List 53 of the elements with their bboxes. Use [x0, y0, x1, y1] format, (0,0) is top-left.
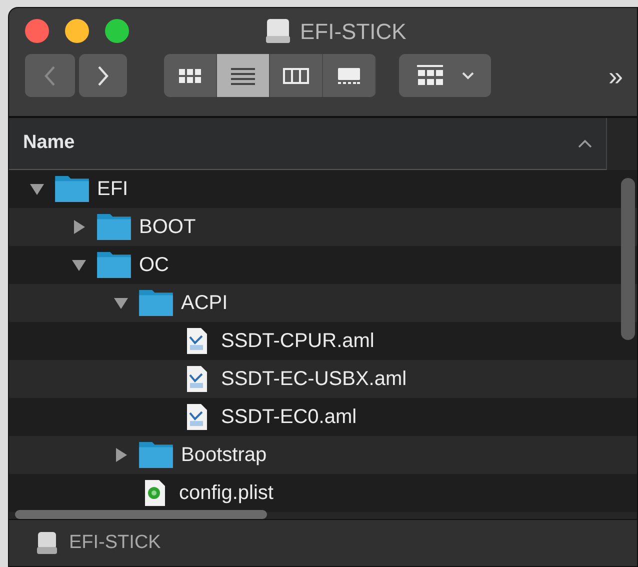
file-row[interactable]: EFI — [9, 170, 637, 208]
view-button[interactable] — [217, 54, 270, 97]
file-name: EFI — [97, 177, 128, 202]
file-row[interactable]: ACPI — [9, 284, 637, 322]
disclosure-icon[interactable] — [113, 447, 129, 463]
document-icon — [187, 404, 207, 430]
file-name: Bootstrap — [181, 443, 267, 468]
disclosure-icon[interactable] — [71, 257, 87, 273]
folder-icon — [139, 442, 173, 468]
minimize-button[interactable] — [65, 19, 89, 43]
file-row[interactable]: SSDT-EC-USBX.aml — [9, 360, 637, 398]
drive-icon — [264, 17, 292, 45]
view-button[interactable] — [270, 54, 323, 97]
folder-icon — [55, 176, 89, 202]
file-row[interactable]: config.plist — [9, 474, 637, 512]
file-name: config.plist — [179, 481, 274, 506]
file-row[interactable]: BOOT — [9, 208, 637, 246]
file-name: OC — [139, 253, 169, 278]
more-button[interactable]: » — [602, 62, 629, 90]
disclosure-icon[interactable] — [113, 295, 129, 311]
file-row[interactable]: Bootstrap — [9, 436, 637, 474]
document-icon — [145, 480, 165, 506]
chevron-right-icon — [96, 64, 110, 88]
chevron-left-icon — [43, 64, 57, 88]
path-item[interactable]: EFI-STICK — [69, 528, 161, 558]
vertical-scrollbar[interactable] — [621, 178, 635, 340]
close-button[interactable] — [25, 19, 49, 43]
chevron-down-icon — [462, 72, 474, 80]
grid-icon — [416, 64, 444, 88]
file-row[interactable]: SSDT-EC0.aml — [9, 398, 637, 436]
folder-icon — [139, 290, 173, 316]
document-icon — [187, 366, 207, 392]
group-button[interactable] — [399, 54, 491, 97]
window-title: EFI-STICK — [300, 18, 406, 46]
forward-button[interactable] — [79, 54, 127, 97]
file-name: ACPI — [181, 291, 228, 316]
view-button[interactable] — [323, 54, 376, 97]
file-name: SSDT-EC0.aml — [221, 405, 357, 430]
document-icon — [187, 328, 207, 354]
file-name: SSDT-CPUR.aml — [221, 329, 374, 354]
folder-icon — [97, 214, 131, 240]
column-header[interactable]: Name — [23, 129, 75, 158]
file-row[interactable]: OC — [9, 246, 637, 284]
file-name: BOOT — [139, 215, 196, 240]
file-row[interactable]: SSDT-CPUR.aml — [9, 322, 637, 360]
drive-icon — [35, 530, 59, 556]
disclosure-icon[interactable] — [71, 219, 87, 235]
file-name: SSDT-EC-USBX.aml — [221, 367, 407, 392]
view-button[interactable] — [164, 54, 217, 97]
disclosure-icon[interactable] — [29, 181, 45, 197]
folder-icon — [97, 252, 131, 278]
horizontal-scrollbar[interactable] — [15, 510, 267, 519]
zoom-button[interactable] — [105, 19, 129, 43]
